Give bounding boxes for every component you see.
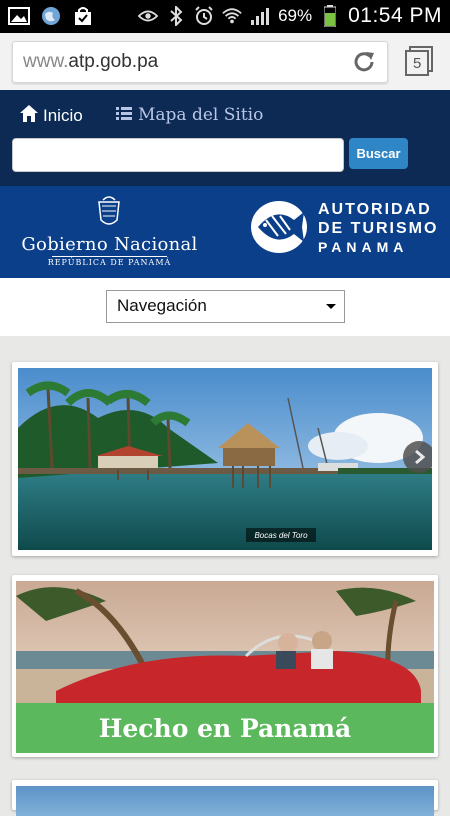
header-banner: Gobierno Nacional REPÚBLICA DE PANAMÁ AU… [0,186,450,278]
battery-icon [320,5,340,27]
search-input[interactable] [12,138,344,172]
battery-percent: 69% [278,6,313,25]
home-icon [20,105,38,127]
navigation-select[interactable]: Navegación [106,290,345,323]
gov-subtitle: REPÚBLICA DE PANAMÁ [47,258,172,267]
atp-wordmark[interactable]: AUTORIDAD DE TURISMO PANAMA [318,200,438,257]
slide-caption: Bocas del Toro [246,528,316,542]
coat-of-arms-icon [98,196,120,225]
nav-home-label: Inicio [43,106,83,125]
tabs-button[interactable]: 5 [404,45,434,77]
promo-title[interactable]: Hecho en Panamá [16,703,434,753]
clock: 01:54 PM [348,4,442,27]
atp-line3: PANAMA [318,239,409,255]
reload-icon[interactable] [351,49,377,75]
fish-logo-icon[interactable] [248,198,310,256]
tab-count: 5 [413,55,422,72]
list-icon [116,105,132,125]
shopping-bag-icon [72,6,94,26]
url-host: atp.gob.pa [68,51,159,72]
nav-home[interactable]: Inicio [20,105,83,127]
url-scheme: www. [23,51,69,72]
site-navbar: Inicio Mapa del Sitio Buscar [0,90,450,186]
address-bar[interactable]: www.atp.gob.pa [12,41,388,83]
wifi-icon [222,5,242,27]
gov-divider [52,256,167,257]
gov-title: Gobierno Nacional [21,234,198,255]
navigation-select-value: Navegación [117,296,207,315]
next-card-image[interactable] [16,786,434,816]
status-bar: 69% 01:54 PM [0,0,450,33]
next-card[interactable] [12,780,438,816]
nav-sitemap[interactable]: Mapa del Sitio [116,105,263,125]
signal-icon [250,5,270,27]
url-text[interactable]: www.atp.gob.pa [23,51,158,73]
gobierno-logo[interactable]: Gobierno Nacional REPÚBLICA DE PANAMÁ [12,194,207,272]
slider-next-icon[interactable] [403,441,432,473]
nav-sitemap-label: Mapa del Sitio [138,105,264,125]
bluetooth-icon [166,5,186,27]
slide-image-bocas[interactable]: Bocas del Toro [18,368,432,550]
atp-line1: AUTORIDAD [318,201,432,218]
promo-image[interactable] [16,581,434,705]
browser-toolbar: www.atp.gob.pa 5 [0,33,450,91]
slider-card: Bocas del Toro [12,362,438,556]
dropdown-caret-icon [326,304,336,309]
gallery-icon [8,6,30,26]
alarm-icon [194,5,214,27]
eye-icon [138,5,159,27]
promo-card[interactable]: Hecho en Panamá [12,575,438,757]
globe-icon [40,6,62,26]
atp-line2: DE TURISMO [318,220,439,237]
navigation-area: Navegación [0,278,450,336]
search-button[interactable]: Buscar [349,138,408,169]
